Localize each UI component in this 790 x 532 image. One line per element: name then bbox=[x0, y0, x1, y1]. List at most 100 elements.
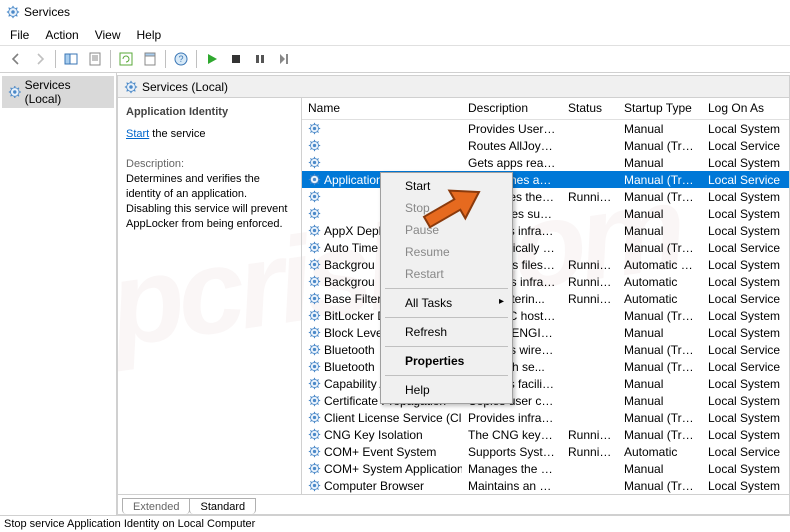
ctx-start[interactable]: Start bbox=[383, 175, 510, 197]
service-row[interactable]: BitLocker DBDESVC hosts th...Manual (Tri… bbox=[302, 307, 789, 324]
cell-startup: Manual bbox=[618, 224, 702, 238]
restart-service-button[interactable] bbox=[273, 48, 295, 70]
menu-file[interactable]: File bbox=[2, 26, 37, 44]
gear-icon bbox=[308, 479, 321, 492]
cell-name: Client License Service (ClipSV... bbox=[324, 411, 462, 425]
service-row[interactable]: COM+ Event SystemSupports System ...Runn… bbox=[302, 443, 789, 460]
list-rows[interactable]: Provides User Acc...ManualLocal SystemRo… bbox=[302, 120, 789, 494]
pause-service-button[interactable] bbox=[249, 48, 271, 70]
properties-button[interactable] bbox=[139, 48, 161, 70]
toolbar-separator bbox=[55, 50, 56, 68]
cell-startup: Manual (Trigg... bbox=[618, 428, 702, 442]
cell-logon: Local Service bbox=[702, 343, 789, 357]
cell-logon: Local System bbox=[702, 428, 789, 442]
gear-icon bbox=[8, 85, 22, 99]
ctx-help[interactable]: Help bbox=[383, 379, 510, 401]
service-row[interactable]: Gets apps ready f...ManualLocal System bbox=[302, 154, 789, 171]
cell-logon: Local Service bbox=[702, 360, 789, 374]
service-row[interactable]: BluetoothBluetooth se...Manual (Trigg...… bbox=[302, 358, 789, 375]
toolbar-separator bbox=[110, 50, 111, 68]
menu-help[interactable]: Help bbox=[129, 26, 170, 44]
cell-startup: Manual (Trigg... bbox=[618, 190, 702, 204]
menu-action[interactable]: Action bbox=[37, 26, 86, 44]
cell-logon: Local System bbox=[702, 326, 789, 340]
service-row[interactable]: BackgrouTransfers files in t...RunningAu… bbox=[302, 256, 789, 273]
cell-logon: Local Service bbox=[702, 241, 789, 255]
cell-logon: Local System bbox=[702, 207, 789, 221]
tab-extended[interactable]: Extended bbox=[122, 498, 190, 514]
stop-service-button[interactable] bbox=[225, 48, 247, 70]
cell-name: Computer Browser bbox=[324, 479, 424, 493]
service-row[interactable]: Base FilterBase Filterin...RunningAutoma… bbox=[302, 290, 789, 307]
toolbar: ? bbox=[0, 45, 790, 73]
column-header-description[interactable]: Description bbox=[462, 98, 562, 119]
service-row[interactable]: Processes support ...ManualLocal System bbox=[302, 205, 789, 222]
service-row[interactable]: BluetoothSupports wireless ...Manual (Tr… bbox=[302, 341, 789, 358]
cell-description: Maintains an up... bbox=[462, 479, 562, 493]
service-row[interactable]: Certificate PropagationCopies user certi… bbox=[302, 392, 789, 409]
ctx-stop[interactable]: Stop bbox=[383, 197, 510, 219]
cell-logon: Local System bbox=[702, 394, 789, 408]
service-row[interactable]: Auto TimeAutomatically set...Manual (Tri… bbox=[302, 239, 789, 256]
pane-header: Services (Local) bbox=[118, 76, 789, 98]
cell-startup: Manual (Trigg... bbox=[618, 360, 702, 374]
gear-icon bbox=[308, 190, 321, 203]
ctx-restart[interactable]: Restart bbox=[383, 263, 510, 285]
cell-startup: Manual bbox=[618, 122, 702, 136]
start-service-button[interactable] bbox=[201, 48, 223, 70]
statusbar-text: Stop service Application Identity on Loc… bbox=[4, 518, 255, 530]
cell-logon: Local System bbox=[702, 258, 789, 272]
cell-description: Supports System ... bbox=[462, 445, 562, 459]
service-row[interactable]: Capability Access Manager S...Provides f… bbox=[302, 375, 789, 392]
tree-item-services-local[interactable]: Services (Local) bbox=[2, 76, 114, 108]
start-service-link[interactable]: Start bbox=[126, 128, 149, 140]
menubar: File Action View Help bbox=[0, 24, 790, 45]
cell-startup: Manual (Trigg... bbox=[618, 173, 702, 187]
cell-description: Manages the con... bbox=[462, 462, 562, 476]
context-menu: Start Stop Pause Resume Restart All Task… bbox=[380, 172, 513, 404]
service-row[interactable]: Routes AllJoyn me...Manual (Trigg...Loca… bbox=[302, 137, 789, 154]
ctx-separator bbox=[385, 317, 508, 318]
service-row[interactable]: Client License Service (ClipSV...Provide… bbox=[302, 409, 789, 426]
menu-view[interactable]: View bbox=[87, 26, 129, 44]
column-header-logon[interactable]: Log On As bbox=[702, 98, 789, 119]
service-row[interactable]: Computer BrowserMaintains an up...Manual… bbox=[302, 477, 789, 494]
refresh-button[interactable] bbox=[115, 48, 137, 70]
column-header-startup[interactable]: Startup Type bbox=[618, 98, 702, 119]
export-list-button[interactable] bbox=[84, 48, 106, 70]
service-row[interactable]: COM+ System ApplicationManages the con..… bbox=[302, 460, 789, 477]
cell-name: BitLocker D bbox=[324, 309, 386, 323]
show-hide-tree-button[interactable] bbox=[60, 48, 82, 70]
ctx-all-tasks[interactable]: All Tasks bbox=[383, 292, 510, 314]
ctx-pause[interactable]: Pause bbox=[383, 219, 510, 241]
column-header-status[interactable]: Status bbox=[562, 98, 618, 119]
service-row[interactable]: ApplicationDetermines and v...Manual (Tr… bbox=[302, 171, 789, 188]
ctx-resume[interactable]: Resume bbox=[383, 241, 510, 263]
titlebar: Services bbox=[0, 0, 790, 24]
gear-icon bbox=[308, 360, 321, 373]
ctx-properties[interactable]: Properties bbox=[383, 350, 510, 372]
cell-name: Block Leve bbox=[324, 326, 383, 340]
tab-standard[interactable]: Standard bbox=[189, 498, 256, 514]
ctx-separator bbox=[385, 375, 508, 376]
service-row[interactable]: BackgrouWindows infrastr...RunningAutoma… bbox=[302, 273, 789, 290]
service-row[interactable]: Provides User Acc...ManualLocal System bbox=[302, 120, 789, 137]
service-row[interactable]: Facilitates the ru...RunningManual (Trig… bbox=[302, 188, 789, 205]
gear-icon bbox=[308, 411, 321, 424]
nav-back-button[interactable] bbox=[5, 48, 27, 70]
cell-name: Base Filter bbox=[324, 292, 381, 306]
service-row[interactable]: AppX DeplProvides infrastru...ManualLoca… bbox=[302, 222, 789, 239]
cell-startup: Manual bbox=[618, 326, 702, 340]
cell-name: COM+ Event System bbox=[324, 445, 436, 459]
cell-status: Running bbox=[562, 428, 618, 442]
nav-forward-button[interactable] bbox=[29, 48, 51, 70]
ctx-refresh[interactable]: Refresh bbox=[383, 321, 510, 343]
column-header-name[interactable]: Name bbox=[302, 98, 462, 119]
cell-startup: Automatic bbox=[618, 445, 702, 459]
service-row[interactable]: Block LeveThe WBENGINE s...ManualLocal S… bbox=[302, 324, 789, 341]
window-title: Services bbox=[24, 5, 70, 19]
service-row[interactable]: CNG Key IsolationThe CNG key isol...Runn… bbox=[302, 426, 789, 443]
help-button[interactable]: ? bbox=[170, 48, 192, 70]
cell-description: The CNG key isol... bbox=[462, 428, 562, 442]
view-tabs: Extended Standard bbox=[118, 494, 789, 514]
